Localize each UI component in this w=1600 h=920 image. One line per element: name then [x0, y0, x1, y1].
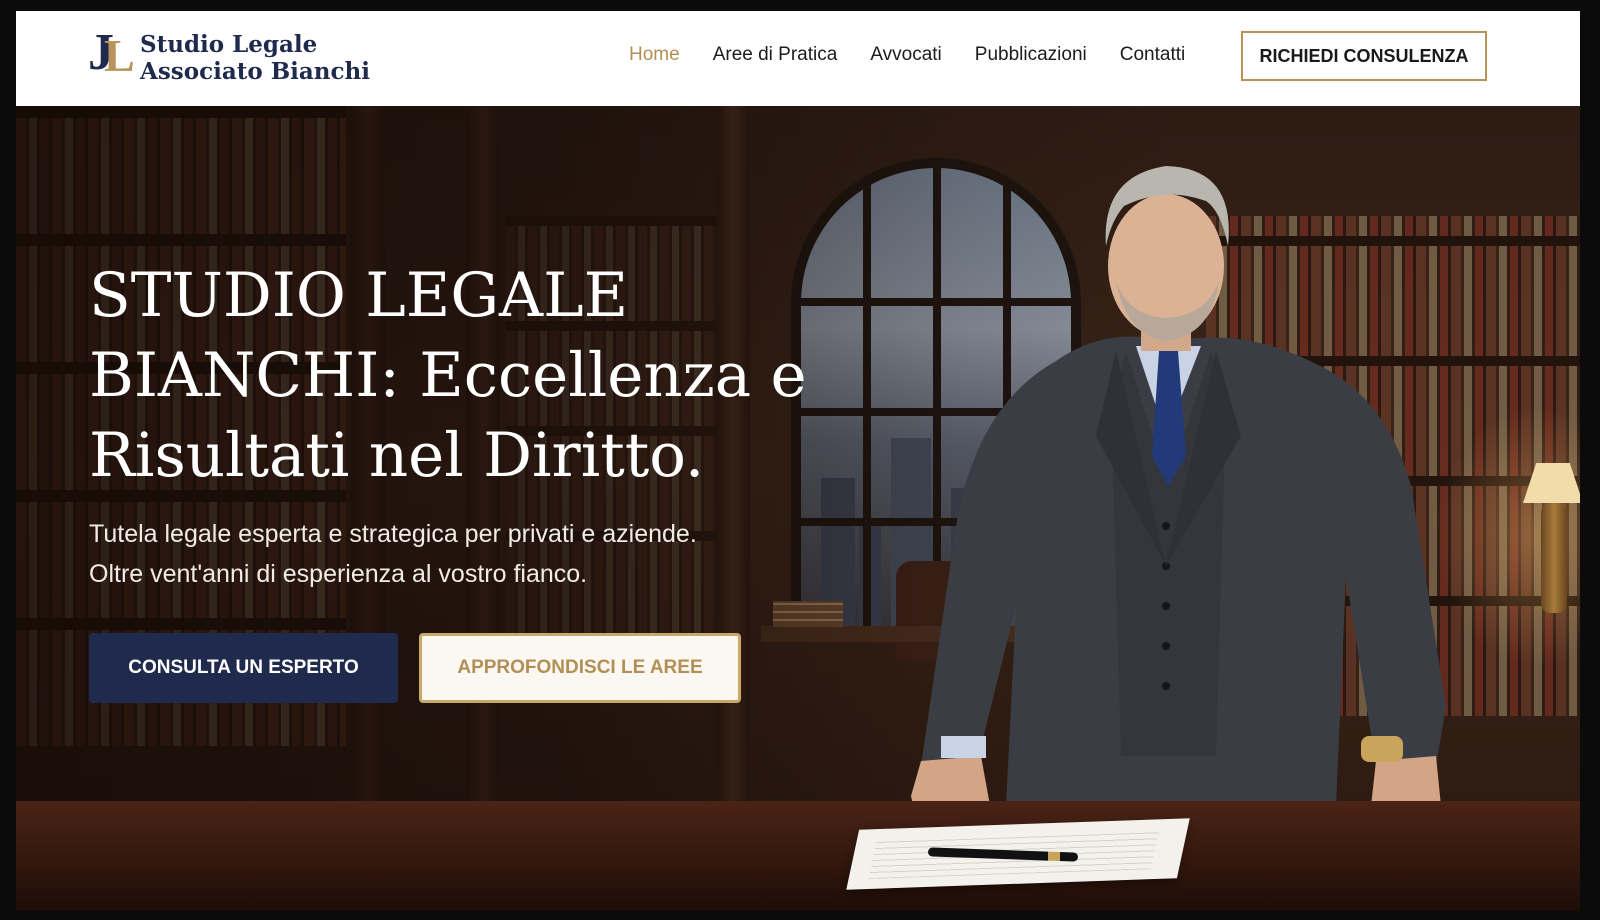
browser-viewport: J L Studio Legale Associato Bianchi Home…	[16, 11, 1580, 911]
hero-subtitle-line: Tutela legale esperta e strategica per p…	[89, 520, 697, 548]
hero-section: STUDIO LEGALE BIANCHI: Eccellenza e Risu…	[16, 106, 1580, 911]
nav-link-avvocati[interactable]: Avvocati	[870, 44, 941, 66]
nav-link-aree-di-pratica[interactable]: Aree di Pratica	[713, 44, 838, 66]
explore-areas-button[interactable]: APPROFONDISCI LE AREE	[419, 633, 741, 703]
navbar: J L Studio Legale Associato Bianchi Home…	[16, 11, 1580, 106]
logo-name-line1: Studio Legale	[140, 31, 318, 58]
logo-mark-icon: J L	[88, 27, 135, 85]
hero-title-line: Risultati nel Diritto.	[89, 420, 705, 491]
nav-link-contatti[interactable]: Contatti	[1120, 44, 1185, 66]
consult-expert-button[interactable]: CONSULTA UN ESPERTO	[89, 633, 398, 703]
hero-title-line: STUDIO LEGALE	[89, 260, 629, 331]
nav-link-pubblicazioni[interactable]: Pubblicazioni	[975, 44, 1087, 66]
logo-name-line2: Associato Bianchi	[140, 58, 370, 85]
hero-subtitle-line: Oltre vent'anni di esperienza al vostro …	[89, 560, 588, 588]
logo-text: Studio Legale Associato Bianchi	[140, 31, 370, 85]
hero-title: STUDIO LEGALE BIANCHI: Eccellenza e Risu…	[89, 256, 849, 496]
logo[interactable]: J L Studio Legale Associato Bianchi	[88, 27, 370, 86]
hero-subtitle: Tutela legale esperta e strategica per p…	[89, 514, 809, 594]
hero-title-line: BIANCHI: Eccellenza e	[89, 340, 807, 411]
main-nav: Home Aree di Pratica Avvocati Pubblicazi…	[629, 44, 1218, 66]
logo-mark-l: L	[104, 30, 135, 81]
request-consultation-button[interactable]: RICHIEDI CONSULENZA	[1241, 31, 1487, 81]
nav-link-home[interactable]: Home	[629, 44, 680, 66]
desk	[16, 801, 1580, 911]
